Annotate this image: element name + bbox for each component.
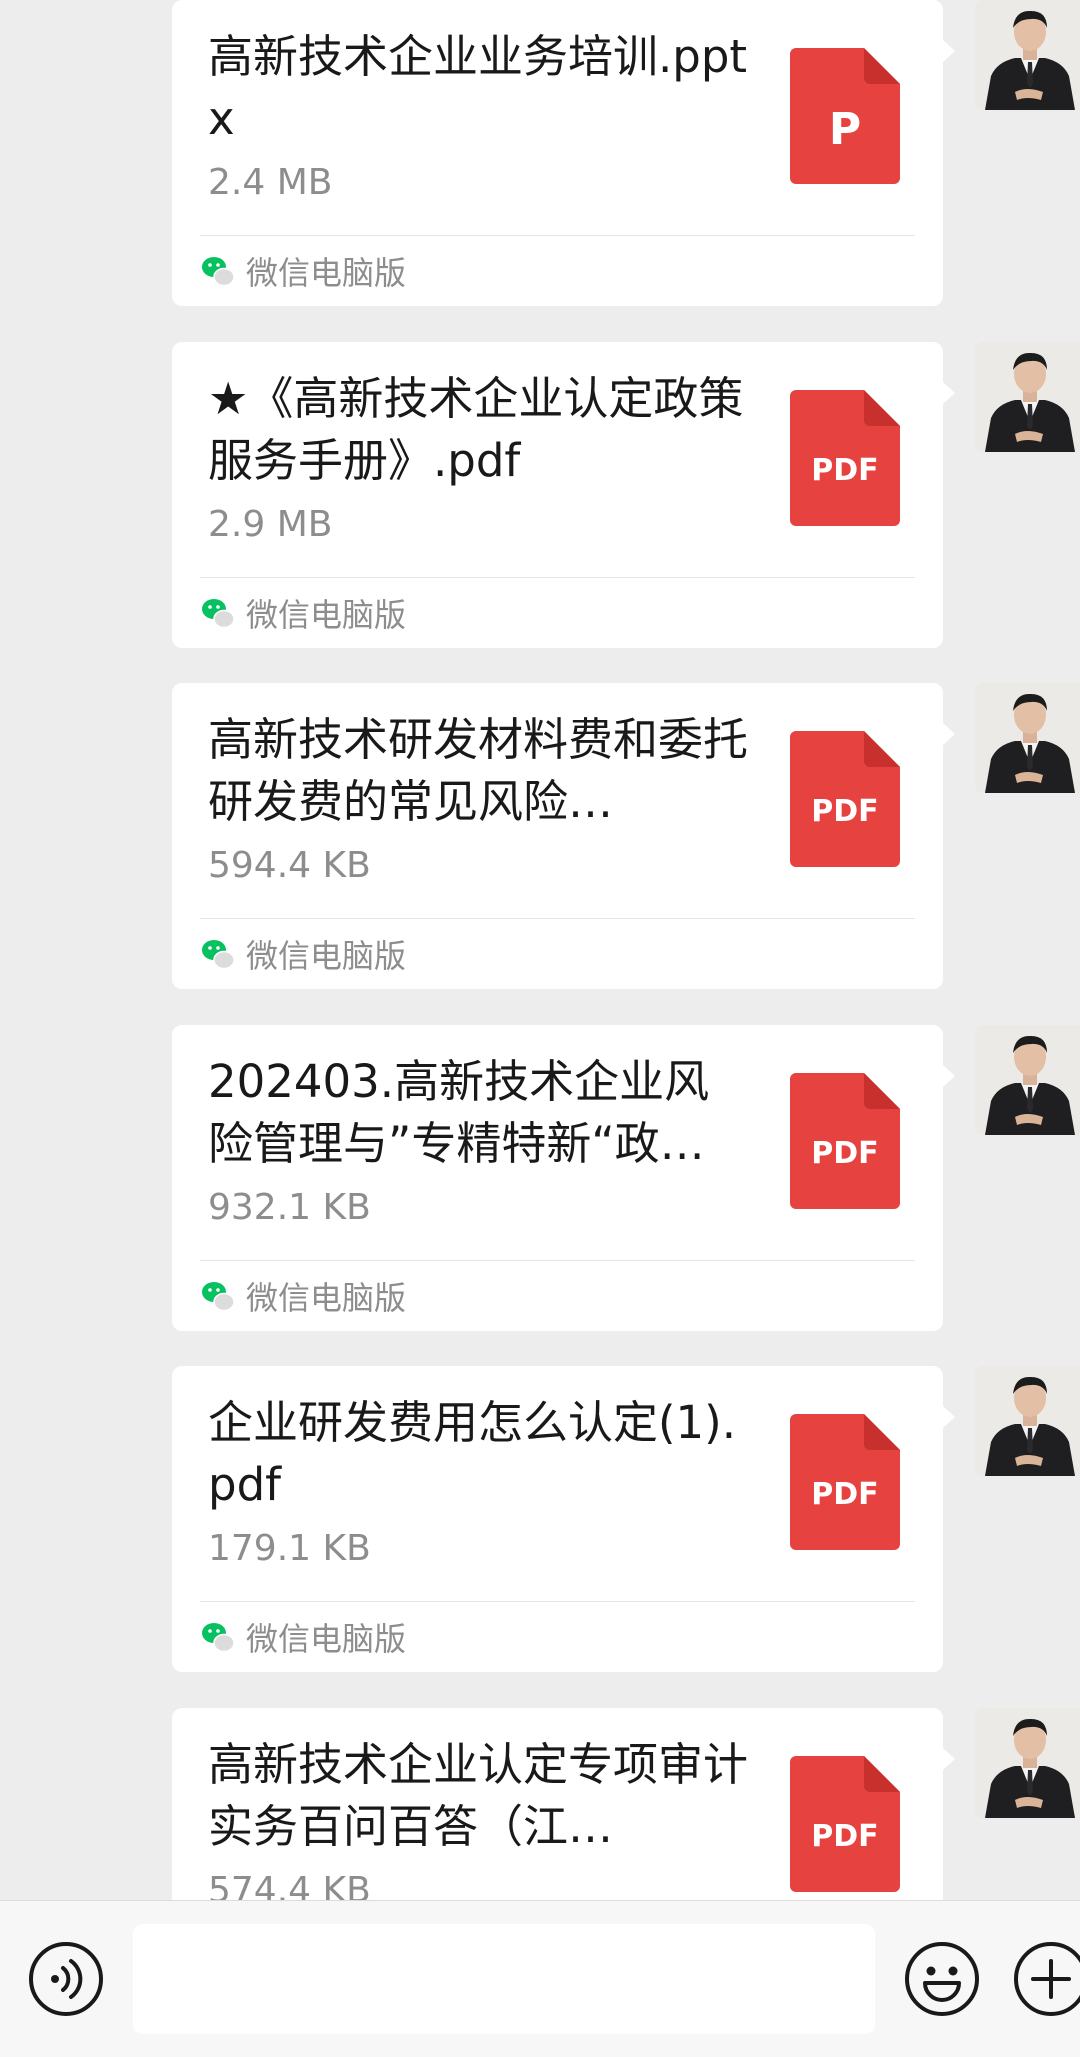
file-size: 2.9 MB <box>208 504 333 545</box>
file-name: 高新技术企业认定专项审计实务百问百答（江… <box>208 1738 748 1853</box>
file-message-bubble[interactable]: 202403.高新技术企业风险管理与”专精特新“政… 932.1 KB PDF 微信电… <box>172 1025 943 1331</box>
svg-text:PDF: PDF <box>811 794 878 829</box>
file-size: 574.4 KB <box>208 1870 371 1900</box>
message-row: ★《高新技术企业认定政策服务手册》.pdf 2.9 MB PDF 微信电脑版 <box>0 342 1080 652</box>
message-row: 高新技术企业认定专项审计实务百问百答（江…574.4 KBPDF微信电脑版 <box>0 1708 1080 1900</box>
wechat-icon <box>202 257 235 287</box>
wechat-icon <box>202 1623 235 1653</box>
bubble-tail <box>943 723 955 745</box>
file-message-bubble[interactable]: 高新技术企业认定专项审计实务百问百答（江…574.4 KBPDF微信电脑版 <box>172 1708 943 1900</box>
wechat-icon <box>202 1282 235 1312</box>
file-size: 179.1 KB <box>208 1528 371 1569</box>
message-source: 微信电脑版 <box>200 1612 406 1662</box>
file-name: 企业研发费用怎么认定(1).pdf <box>208 1396 737 1511</box>
pdf-file-icon: PDF <box>790 390 900 526</box>
pdf-file-icon: PDF <box>790 1073 900 1209</box>
bubble-tail <box>943 1065 955 1087</box>
file-size: 2.4 MB <box>208 162 333 203</box>
emoji-icon[interactable] <box>904 1941 980 2017</box>
file-name: 高新技术研发材料费和委托研发费的常见风险… <box>208 713 748 828</box>
pdf-file-icon: PDF <box>790 1414 900 1550</box>
divider <box>200 577 915 578</box>
divider <box>200 235 915 236</box>
source-label: 微信电脑版 <box>246 1620 407 1658</box>
message-source: 微信电脑版 <box>200 1271 406 1321</box>
message-row: 高新技术研发材料费和委托研发费的常见风险… 594.4 KB PDF 微信电脑版 <box>0 683 1080 993</box>
file-message-bubble[interactable]: 高新技术研发材料费和委托研发费的常见风险… 594.4 KB PDF 微信电脑版 <box>172 683 943 989</box>
input-bar <box>0 1900 1080 2057</box>
pdf-file-icon: PDF <box>790 731 900 867</box>
file-size: 932.1 KB <box>208 1187 371 1228</box>
svg-text:PDF: PDF <box>811 1819 878 1854</box>
pptx-file-icon: P <box>790 48 900 184</box>
sender-avatar[interactable] <box>975 683 1080 793</box>
sender-avatar[interactable] <box>975 1025 1080 1135</box>
source-label: 微信电脑版 <box>246 254 407 292</box>
source-label: 微信电脑版 <box>246 1279 407 1317</box>
svg-text:PDF: PDF <box>811 1477 878 1512</box>
chat-message-list[interactable]: 高新技术企业业务培训.pptx 2.4 MB P 微信电脑版 ★《高新技术企业认定政策服… <box>0 0 1080 1900</box>
divider <box>200 1260 915 1261</box>
message-source: 微信电脑版 <box>200 246 406 296</box>
svg-text:PDF: PDF <box>811 1136 878 1171</box>
file-name: 高新技术企业业务培训.pptx <box>208 30 748 145</box>
message-row: 202403.高新技术企业风险管理与”专精特新“政… 932.1 KB PDF 微信电… <box>0 1025 1080 1335</box>
pdf-file-icon: PDF <box>790 1756 900 1892</box>
sender-avatar[interactable] <box>975 1366 1080 1476</box>
svg-text:PDF: PDF <box>811 453 878 488</box>
sender-avatar[interactable] <box>975 0 1080 110</box>
wechat-icon <box>202 940 235 970</box>
source-label: 微信电脑版 <box>246 937 407 975</box>
plus-icon[interactable] <box>1013 1941 1080 2017</box>
message-input[interactable] <box>133 1924 875 2034</box>
divider <box>200 1601 915 1602</box>
message-source: 微信电脑版 <box>200 929 406 979</box>
file-message-bubble[interactable]: ★《高新技术企业认定政策服务手册》.pdf 2.9 MB PDF 微信电脑版 <box>172 342 943 648</box>
sender-avatar[interactable] <box>975 342 1080 452</box>
file-message-bubble[interactable]: 企业研发费用怎么认定(1).pdf 179.1 KB PDF 微信电脑版 <box>172 1366 943 1672</box>
file-name: ★《高新技术企业认定政策服务手册》.pdf <box>208 372 744 487</box>
file-message-bubble[interactable]: 高新技术企业业务培训.pptx 2.4 MB P 微信电脑版 <box>172 0 943 306</box>
file-size: 594.4 KB <box>208 845 371 886</box>
message-row: 高新技术企业业务培训.pptx 2.4 MB P 微信电脑版 <box>0 0 1080 310</box>
bubble-tail <box>943 1748 955 1770</box>
file-name: 202403.高新技术企业风险管理与”专精特新“政… <box>208 1055 710 1170</box>
bubble-tail <box>943 382 955 404</box>
divider <box>200 918 915 919</box>
svg-text:P: P <box>829 104 861 155</box>
message-source: 微信电脑版 <box>200 588 406 638</box>
sender-avatar[interactable] <box>975 1708 1080 1818</box>
source-label: 微信电脑版 <box>246 596 407 634</box>
voice-icon[interactable] <box>28 1941 104 2017</box>
message-row: 企业研发费用怎么认定(1).pdf 179.1 KB PDF 微信电脑版 <box>0 1366 1080 1676</box>
bubble-tail <box>943 40 955 62</box>
wechat-icon <box>202 599 235 629</box>
bubble-tail <box>943 1406 955 1428</box>
